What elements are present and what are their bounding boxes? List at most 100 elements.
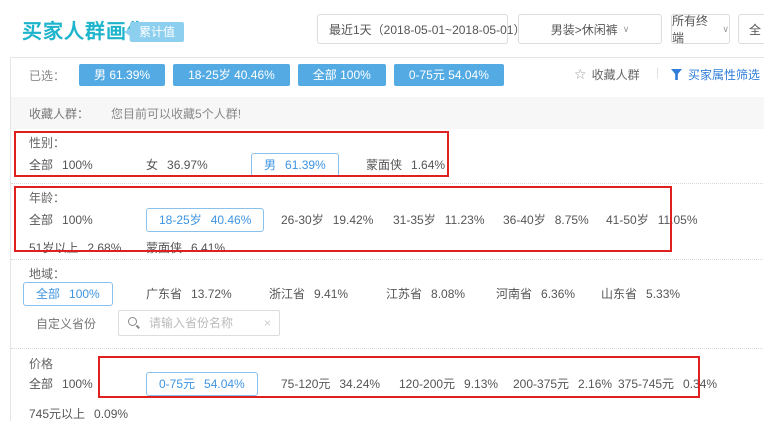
category-dropdown[interactable]: 男装>休闲裤 — [518, 14, 662, 44]
age-section-label: 年龄： — [29, 189, 65, 206]
price-section-label: 价格 — [29, 355, 53, 372]
province-search-box[interactable] — [118, 310, 280, 336]
option-value: 100% — [62, 208, 93, 232]
age-option-36-40[interactable]: 36-40岁 8.75% — [503, 208, 589, 232]
region-option-shandong[interactable]: 山东省 5.33% — [601, 282, 680, 306]
region-option-zhejiang[interactable]: 浙江省 9.41% — [269, 282, 348, 306]
option-name: 山东省 — [601, 282, 637, 306]
option-value: 9.41% — [314, 282, 348, 306]
option-name: 全部 — [36, 283, 60, 305]
date-range-picker[interactable]: 最近1天（2018-05-01~2018-05-01） 16 — [317, 14, 508, 44]
option-name: 36-40岁 — [503, 208, 546, 232]
clear-icon[interactable] — [264, 316, 271, 330]
star-icon — [574, 66, 587, 83]
terminal-dropdown[interactable]: 所有终端 — [671, 14, 730, 44]
custom-province-row: 自定义省份 — [11, 308, 764, 338]
price-option-375-745[interactable]: 375-745元 0.34% — [618, 372, 717, 396]
option-value: 9.13% — [464, 372, 498, 396]
search-icon — [128, 317, 140, 329]
option-name: 41-50岁 — [606, 208, 649, 232]
option-name: 51岁以上 — [29, 236, 78, 260]
favorite-crowd-label: 收藏人群 — [592, 66, 640, 83]
option-value: 40.46% — [211, 209, 252, 231]
region-option-all-selected[interactable]: 全部 100% — [23, 282, 113, 306]
price-option-0-75-selected[interactable]: 0-75元 54.04% — [146, 372, 258, 396]
selected-chips: 男 61.39% 18-25岁 40.46% 全部 100% 0-75元 54.… — [79, 64, 504, 86]
option-value: 61.39% — [285, 154, 326, 176]
buyer-attribute-filter-label: 买家属性筛选 — [688, 66, 760, 83]
option-name: 蒙面侠 — [366, 153, 402, 177]
gender-option-all[interactable]: 全部 100% — [29, 153, 93, 177]
chevron-down-icon — [722, 24, 729, 35]
option-name: 120-200元 — [399, 372, 455, 396]
age-option-51-plus[interactable]: 51岁以上 2.68% — [29, 236, 121, 260]
buyer-attribute-filter-button[interactable]: 买家属性筛选 — [671, 66, 760, 83]
option-value: 0.34% — [683, 372, 717, 396]
gender-option-female[interactable]: 女 36.97% — [146, 153, 208, 177]
terminal-label: 所有终端 — [672, 12, 717, 46]
divider: | — [656, 65, 659, 79]
price-option-745-plus[interactable]: 745元以上 0.09% — [29, 402, 128, 421]
age-option-all[interactable]: 全部 100% — [29, 208, 93, 232]
section-divider — [11, 259, 764, 260]
favorite-info-row: 收藏人群： 您目前可以收藏5个人群! — [11, 97, 764, 129]
age-option-masked[interactable]: 蒙面侠 6.41% — [146, 236, 225, 260]
buyer-portrait-page: 买家人群画像 累计值 最近1天（2018-05-01~2018-05-01） 1… — [0, 0, 764, 421]
gender-option-masked[interactable]: 蒙面侠 1.64% — [366, 153, 445, 177]
chip-region[interactable]: 全部 100% — [298, 64, 386, 86]
option-name: 全部 — [29, 153, 53, 177]
price-option-200-375[interactable]: 200-375元 2.16% — [513, 372, 612, 396]
region-options-row: 全部 100% 广东省 13.72% 浙江省 9.41% 江苏省 8.08% 河… — [11, 282, 764, 308]
option-value: 100% — [62, 372, 93, 396]
chevron-down-icon — [623, 24, 630, 35]
option-value: 8.08% — [431, 282, 465, 306]
section-divider — [11, 348, 764, 349]
price-option-75-120[interactable]: 75-120元 34.24% — [281, 372, 380, 396]
age-option-31-35[interactable]: 31-35岁 11.23% — [393, 208, 485, 232]
option-value: 100% — [69, 283, 100, 305]
region-option-henan[interactable]: 河南省 6.36% — [496, 282, 575, 306]
option-name: 河南省 — [496, 282, 532, 306]
favorite-row-message: 您目前可以收藏5个人群! — [111, 105, 241, 122]
funnel-icon — [671, 69, 682, 80]
favorite-crowd-button[interactable]: 收藏人群 — [574, 66, 640, 83]
option-name: 全部 — [29, 372, 53, 396]
province-search-input[interactable] — [147, 315, 264, 331]
option-value: 8.75% — [555, 208, 589, 232]
option-name: 全部 — [29, 208, 53, 232]
age-option-26-30[interactable]: 26-30岁 19.42% — [281, 208, 373, 232]
option-name: 200-375元 — [513, 372, 569, 396]
chip-age[interactable]: 18-25岁 40.46% — [173, 64, 290, 86]
option-value: 6.36% — [541, 282, 575, 306]
gender-option-male-selected[interactable]: 男 61.39% — [251, 153, 339, 177]
category-label: 男装>休闲裤 — [551, 21, 618, 38]
region-option-guangdong[interactable]: 广东省 13.72% — [146, 282, 232, 306]
more-dropdown[interactable]: 全 — [738, 14, 764, 44]
option-name: 745元以上 — [29, 402, 85, 421]
date-range-text: 最近1天（2018-05-01~2018-05-01） — [318, 21, 525, 38]
chip-price[interactable]: 0-75元 54.04% — [394, 64, 504, 86]
price-options-row-1: 全部 100% 0-75元 54.04% 75-120元 34.24% 120-… — [11, 372, 764, 398]
gender-section-label: 性别： — [29, 134, 65, 151]
section-divider — [11, 183, 764, 184]
option-name: 18-25岁 — [159, 209, 202, 231]
option-name: 蒙面侠 — [146, 236, 182, 260]
chip-gender[interactable]: 男 61.39% — [79, 64, 165, 86]
price-option-120-200[interactable]: 120-200元 9.13% — [399, 372, 498, 396]
age-option-18-25-selected[interactable]: 18-25岁 40.46% — [146, 208, 264, 232]
region-option-jiangsu[interactable]: 江苏省 8.08% — [386, 282, 465, 306]
more-label: 全 — [749, 21, 761, 38]
price-options-row-2: 745元以上 0.09% — [11, 402, 764, 421]
option-name: 31-35岁 — [393, 208, 436, 232]
option-value: 54.04% — [204, 373, 245, 395]
age-option-41-50[interactable]: 41-50岁 11.05% — [606, 208, 698, 232]
selected-label: 已选： — [29, 67, 65, 84]
gender-options-row: 全部 100% 女 36.97% 男 61.39% 蒙面侠 1.64% — [11, 153, 764, 179]
option-value: 5.33% — [646, 282, 680, 306]
option-value: 19.42% — [333, 208, 374, 232]
option-name: 男 — [264, 154, 276, 176]
favorite-row-label: 收藏人群： — [29, 105, 89, 122]
option-name: 0-75元 — [159, 373, 195, 395]
price-option-all[interactable]: 全部 100% — [29, 372, 93, 396]
option-value: 11.05% — [658, 208, 698, 232]
